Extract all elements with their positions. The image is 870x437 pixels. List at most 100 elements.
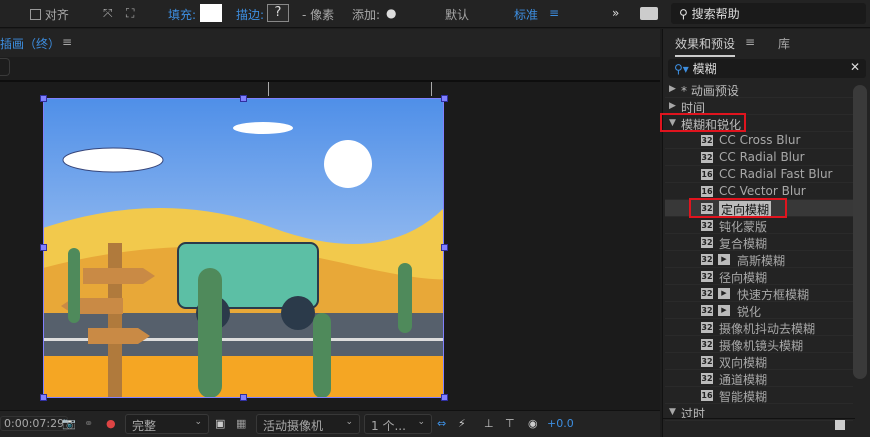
- effect-item[interactable]: 32 摄像机抖动去模糊: [665, 319, 853, 336]
- effect-label: 高斯模糊: [737, 254, 786, 268]
- effect-item[interactable]: 32 通道模糊: [665, 370, 853, 387]
- align-label: 对齐: [44, 8, 69, 22]
- effect-item[interactable]: 32 径向模糊: [665, 268, 853, 285]
- effects-presets-panel: 效果和预设 ≡ 库 ⚲▾ 模糊 ✕ ▶ * 动画预设 ▶ 时间 ▼ 模糊和锐化 32 CC Cr…: [660, 29, 870, 437]
- bit-depth-32-icon: 32: [701, 220, 713, 231]
- flowchart-icon[interactable]: ⊤: [505, 417, 515, 430]
- folder-label: * 动画预设: [681, 84, 739, 98]
- fast-preview-icon[interactable]: ⚡: [458, 417, 466, 430]
- effect-item[interactable]: 32 ▶ 快速方框模糊: [665, 285, 853, 302]
- transform-handle[interactable]: [40, 95, 47, 102]
- composition-menu-icon[interactable]: ≡: [62, 35, 72, 49]
- effect-item[interactable]: 32 复合模糊: [665, 234, 853, 251]
- add-icon[interactable]: ●: [386, 6, 396, 20]
- effect-item[interactable]: 32 摄像机镜头模糊: [665, 336, 853, 353]
- transparency-grid-icon[interactable]: ▦: [236, 417, 246, 430]
- transform-handle[interactable]: [240, 95, 247, 102]
- highlight-box: [660, 113, 746, 132]
- effect-label: 锐化: [737, 305, 762, 319]
- guide-mark: [431, 82, 432, 96]
- effect-item[interactable]: 16 智能模糊: [665, 387, 853, 404]
- highlight-box: [689, 198, 787, 218]
- effect-label: 通道模糊: [719, 373, 768, 387]
- tab-library[interactable]: 库: [778, 35, 790, 52]
- triangle-down-icon[interactable]: ▼: [669, 407, 676, 417]
- effect-item[interactable]: 32 钝化蒙版: [665, 217, 853, 234]
- effect-item[interactable]: 32 CC Cross Blur: [665, 132, 853, 149]
- effect-label: 摄像机镜头模糊: [719, 339, 804, 353]
- effects-folder[interactable]: ▶ * 动画预设: [665, 81, 853, 98]
- search-help-field[interactable]: ⚲ 搜索帮助: [671, 3, 866, 24]
- search-icon: ⚲: [679, 7, 688, 21]
- effect-label: 智能模糊: [719, 390, 768, 404]
- show-snapshot-icon[interactable]: ⚭: [84, 417, 93, 430]
- views-select[interactable]: 1 个... ⌄: [364, 414, 432, 434]
- grid-snap-icon[interactable]: ⛶: [126, 6, 134, 21]
- snap-icon[interactable]: ⤧: [103, 6, 113, 21]
- transform-handle[interactable]: [40, 244, 47, 251]
- triangle-right-icon[interactable]: ▶: [669, 84, 676, 94]
- camera-select[interactable]: 活动摄像机 ⌄: [256, 414, 360, 434]
- bit-depth-16-icon: 16: [701, 186, 713, 197]
- panel-menu-icon[interactable]: ≡: [745, 35, 755, 49]
- toolbar: 对齐 ⤧ ⛶ 填充: 描边: ? - 像素 添加: ● 默认 标准 ≡ » ⚲ …: [0, 0, 870, 28]
- effect-item[interactable]: 32 ▶ 锐化: [665, 302, 853, 319]
- guide-mark: [268, 82, 269, 96]
- effects-list: ▶ * 动画预设 ▶ 时间 ▼ 模糊和锐化 32 CC Cross Blur 32 CC Radi…: [660, 81, 855, 421]
- effect-label: 快速方框模糊: [737, 288, 810, 302]
- effects-search-input[interactable]: ⚲▾ 模糊 ✕: [668, 59, 866, 78]
- toggle-pixel-aspect-icon[interactable]: ⇔: [437, 417, 446, 430]
- bit-depth-32-icon: 32: [701, 373, 713, 384]
- transform-handle[interactable]: [240, 394, 247, 401]
- resolution-select[interactable]: 完整 ⌄: [125, 414, 209, 434]
- effect-label: CC Radial Blur: [719, 150, 805, 164]
- bit-depth-32-icon: 32: [701, 322, 713, 333]
- sync-settings-icon[interactable]: [640, 7, 658, 20]
- workspace-default[interactable]: 默认: [445, 6, 469, 23]
- transform-handle[interactable]: [441, 95, 448, 102]
- reset-exposure-icon[interactable]: ◉: [528, 417, 538, 430]
- timecode[interactable]: 0:00:07:29: [0, 416, 69, 431]
- timeline-icon[interactable]: ⊥: [484, 417, 494, 430]
- effect-label: 钝化蒙版: [719, 220, 768, 234]
- composition-viewer[interactable]: [0, 80, 660, 410]
- effect-item[interactable]: 32 双向模糊: [665, 353, 853, 370]
- bit-depth-32-icon: 32: [701, 271, 713, 282]
- scrollbar[interactable]: [853, 85, 867, 379]
- effect-item[interactable]: 32 ▶ 高斯模糊: [665, 251, 853, 268]
- bit-depth-32-icon: 32: [701, 339, 713, 350]
- transform-handle[interactable]: [441, 394, 448, 401]
- fill-swatch[interactable]: [200, 4, 222, 22]
- workspace-menu-icon[interactable]: ≡: [549, 6, 559, 20]
- comp-flowchart-button[interactable]: [0, 58, 10, 76]
- exposure-value[interactable]: +0.0: [547, 417, 574, 430]
- gpu-accelerated-icon: ▶: [718, 254, 730, 265]
- viewer-controls: 0:00:07:29 📷 ⚭ ● 完整 ⌄ ▣ ▦ 活动摄像机 ⌄ 1 个... ⌄ …: [0, 410, 660, 437]
- effect-item[interactable]: 32 CC Radial Blur: [665, 149, 853, 166]
- bit-depth-32-icon: 32: [701, 237, 713, 248]
- add-label[interactable]: 添加:: [352, 6, 380, 23]
- search-help-placeholder: 搜索帮助: [691, 7, 740, 21]
- panel-footer: [663, 418, 855, 437]
- channel-icon[interactable]: ●: [106, 417, 116, 430]
- workspace-standard[interactable]: 标准: [514, 6, 538, 23]
- effect-label: CC Radial Fast Blur: [719, 167, 833, 181]
- effect-label: 摄像机抖动去模糊: [719, 322, 816, 336]
- stroke-swatch[interactable]: ?: [267, 4, 289, 22]
- tab-effects-presets[interactable]: 效果和预设: [675, 35, 736, 57]
- more-workspaces-icon[interactable]: »: [612, 6, 619, 20]
- composition-tab[interactable]: 插画（终）: [0, 35, 60, 52]
- fill-label: 填充:: [168, 8, 197, 22]
- align-checkbox[interactable]: 对齐: [30, 6, 69, 23]
- new-folder-icon[interactable]: [835, 420, 845, 430]
- stroke-label: 描边:: [236, 8, 265, 22]
- triangle-right-icon[interactable]: ▶: [669, 101, 676, 111]
- effect-item[interactable]: 16 CC Radial Fast Blur: [665, 166, 853, 183]
- transform-handle[interactable]: [40, 394, 47, 401]
- effect-label: 径向模糊: [719, 271, 768, 285]
- transform-handle[interactable]: [441, 244, 448, 251]
- clear-search-icon[interactable]: ✕: [850, 60, 860, 74]
- region-of-interest-icon[interactable]: ▣: [215, 417, 225, 430]
- bit-depth-32-icon: 32: [701, 356, 713, 367]
- snapshot-icon[interactable]: 📷: [62, 417, 76, 430]
